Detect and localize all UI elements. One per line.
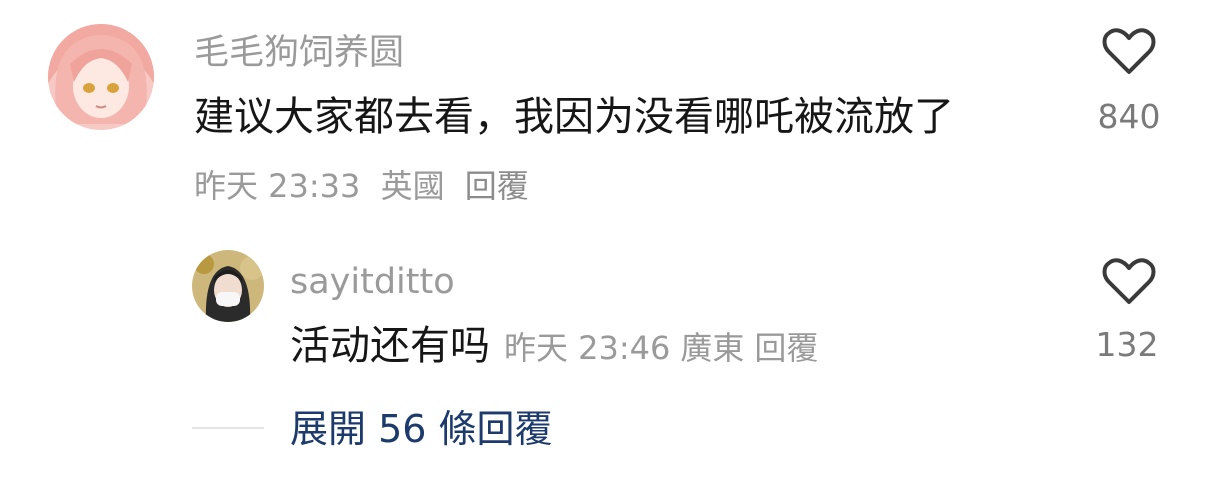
reply-text-line: 活动还有吗 昨天 23:46 廣東 回覆 [290, 322, 828, 372]
person-avatar-icon [192, 250, 264, 322]
reply-reply-button[interactable]: 回覆 [754, 329, 818, 367]
reply-username[interactable]: sayitditto [290, 262, 455, 302]
reply-text: 活动还有吗 [290, 323, 490, 369]
reply-meta: 昨天 23:46 廣東 回覆 [504, 329, 828, 367]
comment-meta: 昨天 23:33 英國 回覆 [194, 167, 539, 205]
comment-reply-button[interactable]: 回覆 [465, 167, 529, 205]
comment-avatar[interactable] [48, 24, 154, 130]
comment-username[interactable]: 毛毛狗饲养圆 [194, 33, 404, 73]
comment-location: 英國 [380, 167, 445, 205]
reply-avatar[interactable] [192, 250, 264, 322]
anime-avatar-icon [48, 24, 154, 130]
comment-like-count: 840 [1097, 97, 1161, 136]
comment-text: 建议大家都去看，我因为没看哪吒被流放了 [194, 94, 954, 140]
expand-replies-button[interactable]: 展開 56 條回覆 [290, 406, 553, 452]
comment-like-button[interactable] [1102, 28, 1156, 76]
comment-time: 昨天 23:33 [194, 167, 361, 205]
expand-divider [192, 427, 264, 429]
reply-like-count: 132 [1095, 325, 1159, 364]
heart-outline-icon [1102, 258, 1156, 304]
reply-time: 昨天 23:46 [504, 329, 671, 367]
reply-like-button[interactable] [1102, 258, 1156, 306]
heart-outline-icon [1102, 28, 1156, 74]
reply-location: 廣東 [680, 329, 745, 367]
